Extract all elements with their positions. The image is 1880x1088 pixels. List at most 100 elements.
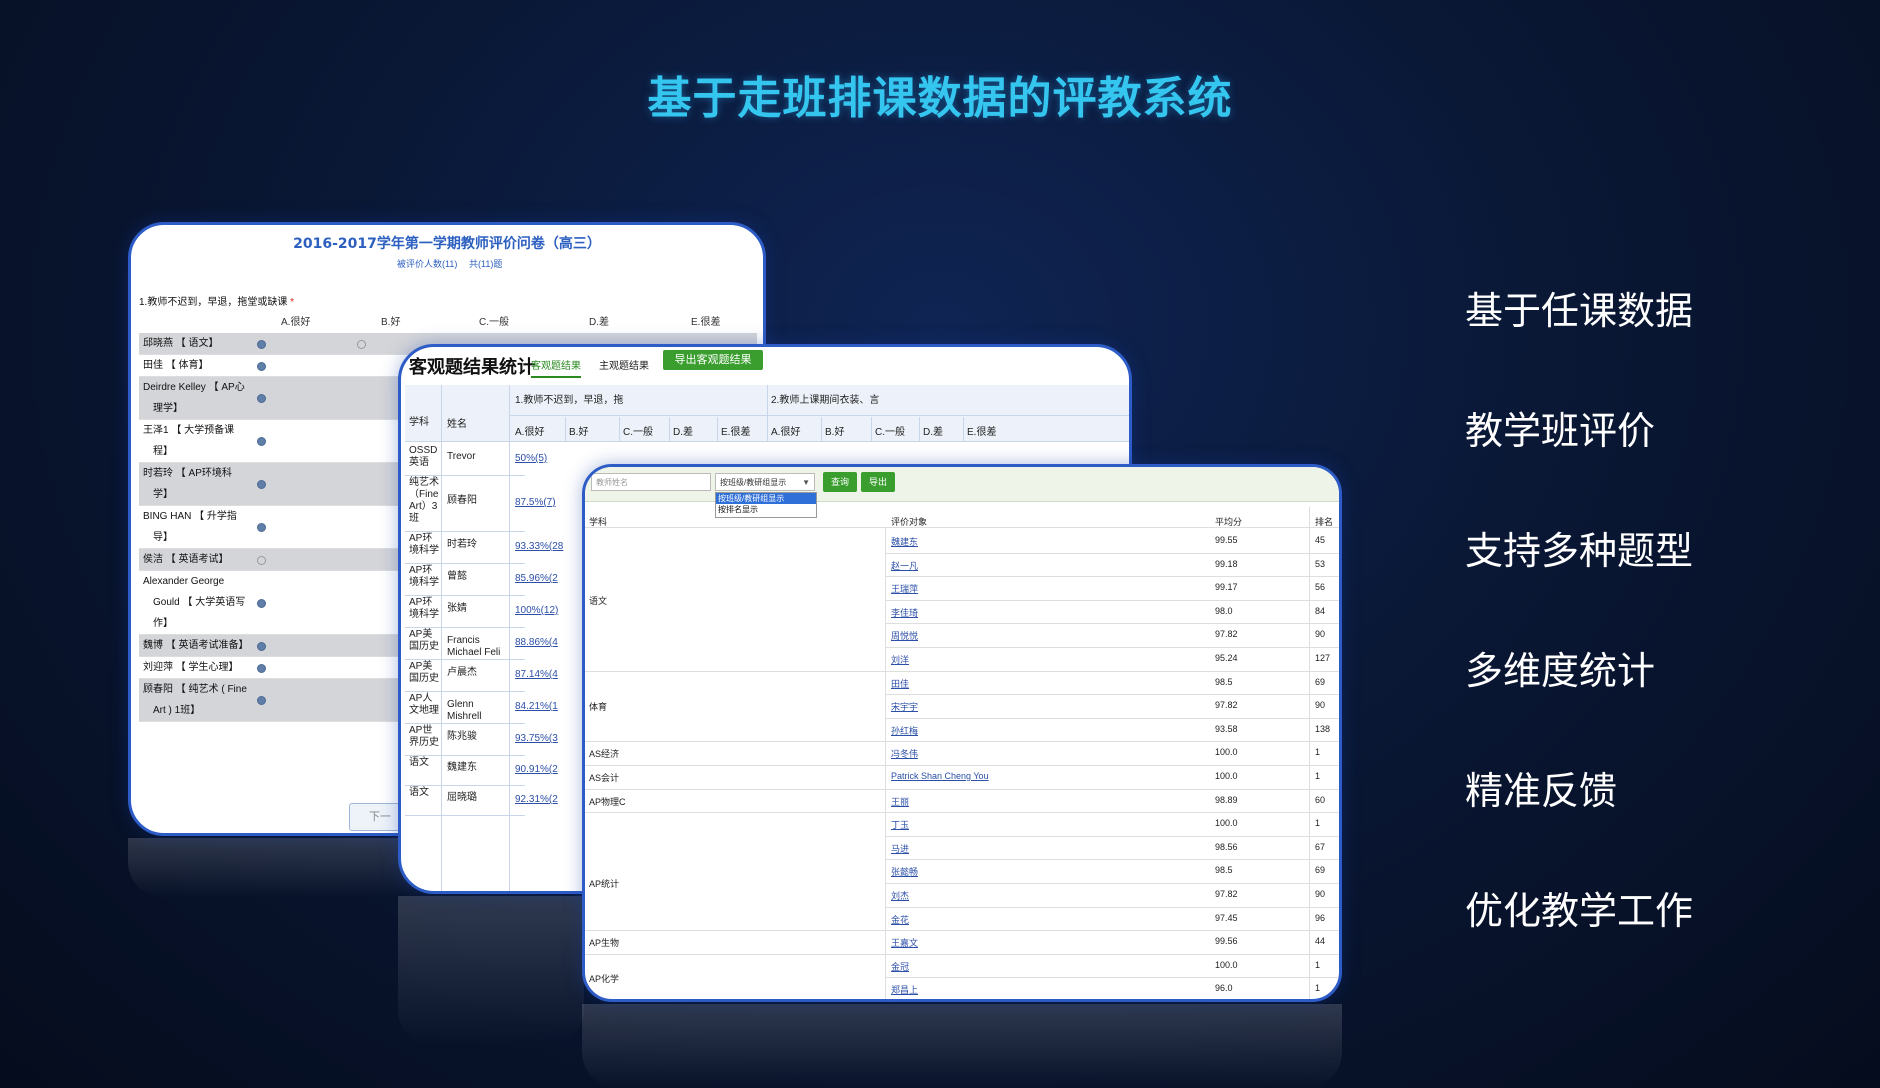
rate-link[interactable]: 85.96%(2	[515, 573, 558, 584]
rank-value: 127	[1315, 653, 1331, 663]
rank-value: 1	[1315, 983, 1321, 994]
rate-link[interactable]: 88.86%(4	[515, 637, 558, 648]
grid-line	[565, 417, 566, 441]
teacher-link[interactable]: 王嘉文	[891, 936, 918, 949]
teacher-link[interactable]: 李佳琦	[891, 606, 918, 619]
teacher-link[interactable]: 田佳	[891, 677, 909, 690]
grid-line	[885, 883, 1339, 884]
subject-cell: （Fine	[409, 489, 439, 500]
grid-line	[585, 527, 1339, 528]
rank-value: 96	[1315, 912, 1326, 923]
subject-cell: 境科学	[409, 609, 439, 620]
teacher-link[interactable]: 金花	[891, 913, 909, 926]
grid-line	[1309, 507, 1310, 999]
grid-line	[405, 785, 525, 786]
export-button[interactable]: 导出	[861, 472, 895, 492]
teacher-link[interactable]: 郑昌上	[891, 983, 918, 996]
teacher-link[interactable]: 丁玉	[891, 818, 909, 831]
grid-line	[585, 765, 885, 766]
subject-cell: AP环	[409, 565, 433, 576]
tab-subjective[interactable]: 主观题结果	[599, 357, 649, 372]
radio-button[interactable]	[257, 394, 266, 403]
teacher-link[interactable]: 刘杰	[891, 889, 909, 902]
rate-link[interactable]: 84.21%(1	[515, 701, 558, 712]
teacher-name: 顾春阳	[447, 495, 477, 506]
radio-button[interactable]	[357, 339, 366, 349]
teacher-link[interactable]: 孙红梅	[891, 724, 918, 737]
subject-cell: 语文	[409, 787, 429, 798]
grid-line	[405, 691, 525, 692]
teacher-link[interactable]: 冯冬伟	[891, 747, 918, 760]
grid-line	[885, 906, 1339, 908]
teacher-name: 陈兆骏	[447, 731, 477, 742]
grid-line	[885, 859, 1339, 861]
question-header: 1.教师不迟到，早退，拖	[515, 395, 624, 406]
question-text: 1.教师不迟到，早退，拖堂或缺课 *	[139, 293, 294, 308]
export-objective-button[interactable]: 导出客观题结果	[663, 350, 763, 370]
tab-objective[interactable]: 客观题结果	[531, 357, 581, 378]
radio-button[interactable]	[257, 641, 266, 651]
teacher-link[interactable]: 魏建东	[891, 535, 918, 548]
rank-value: 67	[1315, 841, 1326, 852]
rate-link[interactable]: 50%(5)	[515, 453, 547, 464]
teacher-name: Art ) 1班】	[153, 705, 201, 716]
dropdown-option[interactable]: 按排名显示	[716, 504, 816, 515]
radio-button[interactable]	[257, 598, 266, 608]
average-score: 96.0	[1215, 983, 1233, 994]
average-score: 98.0	[1215, 605, 1233, 616]
teacher-link[interactable]: Patrick Shan Cheng You	[891, 771, 989, 781]
question-label: 1.教师不迟到，早退，拖堂或缺课	[139, 297, 288, 308]
teacher-link[interactable]: 金冠	[891, 960, 909, 973]
option-header: B.好	[825, 427, 845, 438]
subject-label: AP生物	[589, 938, 620, 949]
rate-link[interactable]: 87.5%(7)	[515, 497, 556, 508]
grid-line	[405, 815, 525, 816]
rate-link[interactable]: 87.14%(4	[515, 669, 558, 680]
teacher-link[interactable]: 王瑞萍	[891, 582, 918, 595]
radio-button[interactable]	[257, 480, 266, 489]
radio-button[interactable]	[257, 663, 266, 673]
rank-value: 84	[1315, 605, 1326, 616]
ranking-panel: 教师姓名 按班级/教研组显示 ▼ 查询 导出 按班级/教研组显示 按排名显示 学…	[582, 464, 1342, 1002]
teacher-link[interactable]: 王丽	[891, 795, 909, 808]
radio-button[interactable]	[257, 555, 266, 565]
radio-button[interactable]	[257, 339, 266, 349]
query-button[interactable]: 查询	[823, 472, 857, 492]
rate-link[interactable]: 90.91%(2	[515, 764, 558, 775]
grid-line	[885, 1001, 1342, 1002]
average-score: 100.0	[1215, 959, 1238, 970]
teacher-link[interactable]: 刘洋	[891, 653, 909, 666]
grid-line	[441, 385, 442, 891]
teacher-link[interactable]: 马进	[891, 842, 909, 855]
radio-button[interactable]	[257, 523, 266, 532]
subject-cell: AP美	[409, 629, 433, 640]
teacher-name: 屈晓璐	[447, 792, 477, 803]
option-header: D.差	[923, 427, 943, 438]
subject-cell: AP人	[409, 693, 433, 704]
rate-link[interactable]: 92.31%(2	[515, 794, 558, 805]
teacher-link[interactable]: 周悦悦	[891, 629, 918, 642]
rank-value: 53	[1315, 558, 1326, 569]
rank-value: 44	[1315, 936, 1326, 947]
rate-link[interactable]: 93.33%(28	[515, 541, 563, 552]
teacher-link[interactable]: 宋宇宇	[891, 700, 918, 713]
subject-cell: 国历史	[409, 673, 439, 684]
feature-item: 精准反馈	[1465, 769, 1618, 813]
teacher-link[interactable]: 张懿畅	[891, 865, 918, 878]
radio-button[interactable]	[257, 696, 266, 705]
grid-line	[585, 930, 885, 932]
radio-button[interactable]	[257, 437, 266, 446]
radio-button[interactable]	[257, 361, 266, 371]
rank-value: 90	[1315, 700, 1326, 711]
average-score: 99.17	[1215, 582, 1238, 593]
grid-line	[871, 417, 872, 441]
grid-line	[885, 647, 1339, 648]
option-label: B.好	[381, 317, 401, 328]
dropdown-option[interactable]: 按班级/教研组显示	[716, 493, 816, 504]
rate-link[interactable]: 100%(12)	[515, 605, 558, 616]
teacher-link[interactable]: 赵一凡	[891, 559, 918, 572]
rate-link[interactable]: 93.75%(3	[515, 733, 558, 744]
teacher-search-input[interactable]: 教师姓名	[591, 473, 711, 491]
display-mode-select[interactable]: 按班级/教研组显示 ▼	[715, 473, 815, 491]
average-score: 99.56	[1215, 936, 1238, 947]
